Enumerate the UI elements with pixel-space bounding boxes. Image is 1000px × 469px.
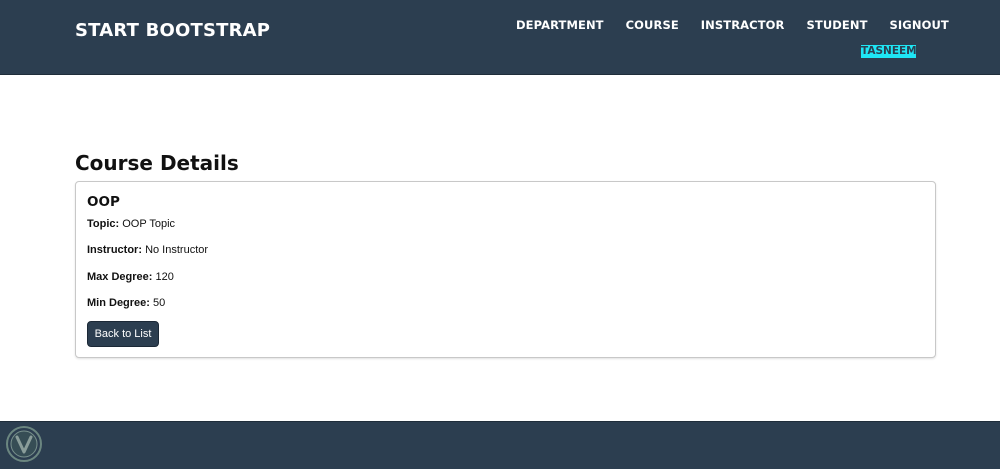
nav-link-department[interactable]: DEPARTMENT bbox=[505, 18, 615, 32]
current-user-badge: TASNEEM bbox=[861, 45, 916, 58]
course-max-degree: Max Degree: 120 bbox=[87, 270, 174, 284]
nav-link-instractor[interactable]: INSTRACTOR bbox=[690, 18, 796, 32]
field-label: Instructor: bbox=[87, 244, 142, 256]
field-label: Min Degree: bbox=[87, 297, 150, 309]
course-name: OOP bbox=[87, 194, 120, 210]
page-title: Course Details bbox=[75, 151, 239, 175]
top-navbar: START BOOTSTRAP DEPARTMENT COURSE INSTRA… bbox=[0, 0, 1000, 75]
field-label: Topic: bbox=[87, 218, 120, 230]
course-details-card: OOP Topic: OOP Topic Instructor: No Inst… bbox=[75, 181, 936, 358]
course-min-degree: Min Degree: 50 bbox=[87, 296, 165, 310]
field-value: 120 bbox=[155, 271, 174, 283]
shield-logo-icon bbox=[6, 426, 42, 462]
field-value: No Instructor bbox=[145, 244, 209, 256]
page-footer bbox=[0, 421, 1000, 469]
field-value: OOP Topic bbox=[122, 218, 176, 230]
field-value: 50 bbox=[153, 297, 166, 309]
course-instructor: Instructor: No Instructor bbox=[87, 243, 208, 257]
nav-links: DEPARTMENT COURSE INSTRACTOR STUDENT SIG… bbox=[505, 18, 960, 32]
back-to-list-button[interactable]: Back to List bbox=[87, 321, 159, 347]
nav-link-student[interactable]: STUDENT bbox=[796, 18, 879, 32]
brand-link[interactable]: START BOOTSTRAP bbox=[75, 20, 270, 41]
nav-link-course[interactable]: COURSE bbox=[615, 18, 690, 32]
course-topic: Topic: OOP Topic bbox=[87, 217, 175, 231]
field-label: Max Degree: bbox=[87, 271, 153, 283]
nav-link-signout[interactable]: SIGNOUT bbox=[879, 18, 960, 32]
